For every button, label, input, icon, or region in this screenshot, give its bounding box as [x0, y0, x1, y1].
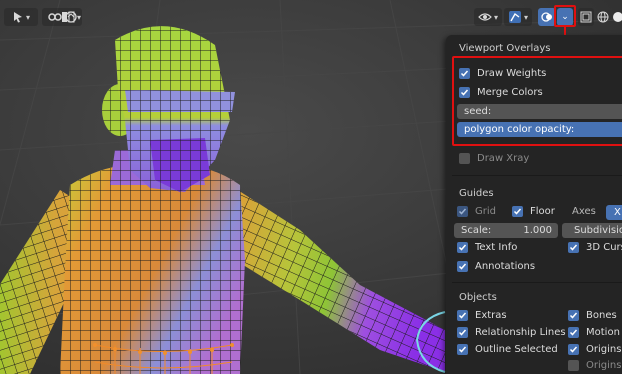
checkbox-checked-icon[interactable] — [568, 344, 579, 355]
transform-pivot-button[interactable]: ▾ — [4, 8, 38, 26]
checkbox-checked-icon[interactable] — [457, 261, 468, 272]
floor-label: Floor — [530, 206, 555, 217]
xray-icon — [580, 11, 592, 23]
mirror-icon — [61, 11, 75, 23]
checkbox-checked-icon[interactable] — [457, 327, 468, 338]
grid-option[interactable]: Grid — [457, 206, 496, 217]
3d-cursor-label: 3D Curse — [586, 242, 622, 253]
checkbox-checked-icon[interactable] — [457, 310, 468, 321]
chevron-down-icon: ▾ — [25, 12, 30, 22]
scale-value: 1.000 — [523, 225, 552, 236]
text-info-label: Text Info — [475, 242, 518, 253]
xray-toggle[interactable] — [578, 8, 594, 26]
origins-all-option[interactable]: Origins ( — [568, 360, 622, 371]
3d-cursor-option[interactable]: 3D Curse — [568, 242, 622, 253]
annotation-highlight-options — [452, 56, 622, 146]
origins-label: Origins — [586, 344, 622, 355]
draw-xray-label: Draw Xray — [477, 153, 530, 164]
axes-label: Axes — [572, 206, 596, 217]
divider — [452, 175, 622, 176]
motion-paths-option[interactable]: Motion F — [568, 327, 622, 338]
checkbox-unchecked-icon[interactable] — [459, 153, 470, 164]
gizmo-icon — [508, 10, 522, 24]
panel-title: Viewport Overlays — [459, 43, 551, 54]
checkbox-checked-icon[interactable] — [568, 310, 579, 321]
wireframe-shading-icon — [597, 11, 609, 23]
text-info-option[interactable]: Text Info — [457, 242, 517, 253]
solid-shading-button[interactable] — [611, 8, 622, 26]
annotations-label: Annotations — [475, 261, 536, 272]
checkbox-checked-icon[interactable] — [457, 206, 468, 217]
checkbox-checked-icon[interactable] — [568, 242, 579, 253]
extras-option[interactable]: Extras — [457, 310, 507, 321]
extras-label: Extras — [475, 310, 507, 321]
bones-label: Bones — [586, 310, 617, 321]
relationship-lines-label: Relationship Lines — [475, 327, 566, 338]
annotations-option[interactable]: Annotations — [457, 261, 535, 272]
bones-option[interactable]: Bones — [568, 310, 617, 321]
axis-x-toggle[interactable]: X — [606, 205, 622, 220]
relationship-lines-option[interactable]: Relationship Lines — [457, 327, 566, 338]
chevron-down-icon: ▾ — [523, 12, 528, 22]
wireframe-shading-button[interactable] — [596, 8, 610, 26]
floor-option[interactable]: Floor — [512, 206, 555, 217]
solid-shading-icon — [612, 11, 622, 23]
gizmo-button[interactable]: ▾ — [504, 8, 532, 26]
draw-xray-option[interactable]: Draw Xray — [459, 153, 529, 164]
checkbox-checked-icon[interactable] — [457, 242, 468, 253]
origins-option[interactable]: Origins — [568, 344, 621, 355]
chevron-down-icon: ▾ — [493, 12, 498, 22]
visibility-icon — [478, 11, 492, 23]
origins-all-label: Origins ( — [586, 360, 622, 371]
outline-selected-option[interactable]: Outline Selected — [457, 344, 558, 355]
visibility-button[interactable]: ▾ — [474, 8, 502, 26]
divider — [452, 282, 622, 283]
chevron-down-icon: ▾ — [76, 12, 81, 22]
outline-selected-label: Outline Selected — [475, 344, 558, 355]
subdivisions-field[interactable]: Subdivision — [562, 223, 622, 238]
annotation-highlight-dropdown — [554, 5, 576, 27]
cursor-icon — [12, 11, 24, 23]
checkbox-checked-icon[interactable] — [512, 206, 523, 217]
objects-heading: Objects — [459, 292, 497, 303]
checkbox-checked-icon[interactable] — [568, 327, 579, 338]
motion-paths-label: Motion F — [586, 327, 622, 338]
grid-label: Grid — [475, 206, 496, 217]
scale-label: Scale: — [461, 225, 492, 236]
checkbox-checked-icon[interactable] — [457, 344, 468, 355]
grid-scale-field[interactable]: Scale: 1.000 — [454, 223, 558, 238]
guides-heading: Guides — [459, 188, 494, 199]
overlay-icon — [541, 11, 553, 23]
checkbox-unchecked-icon[interactable] — [568, 360, 579, 371]
mirror-button[interactable]: ▾ — [58, 8, 84, 26]
